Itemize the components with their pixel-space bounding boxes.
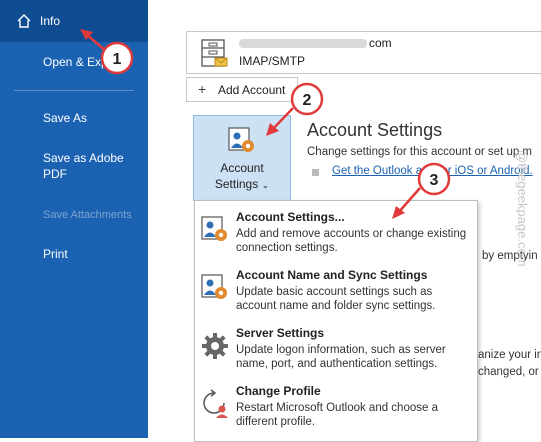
svg-text:1: 1 [113, 51, 122, 68]
callout-arrow-2 [266, 107, 294, 136]
callout-badge-1: 1 [100, 41, 134, 75]
callout-arrow-3 [392, 187, 421, 219]
callout-badge-2: 2 [290, 82, 324, 116]
svg-text:3: 3 [430, 172, 439, 189]
callout-overlay: 1 2 3 [80, 29, 451, 219]
svg-text:2: 2 [303, 92, 312, 109]
callout-badge-3: 3 [417, 162, 451, 196]
callout-arrow-1 [80, 29, 107, 52]
